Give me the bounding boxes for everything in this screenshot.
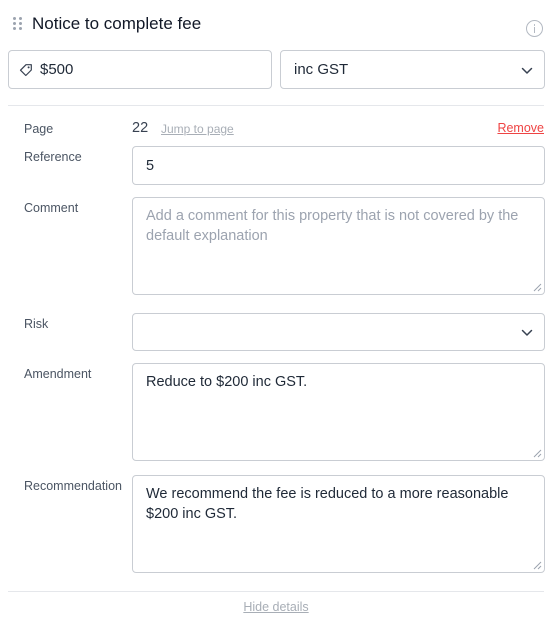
comment-placeholder: Add a comment for this property that is …: [146, 208, 519, 244]
comment-textarea[interactable]: Add a comment for this property that is …: [132, 197, 545, 295]
resize-grip-icon[interactable]: [533, 449, 542, 458]
recommendation-value: We recommend the fee is reduced to a mor…: [146, 486, 509, 522]
bottom-divider: [8, 591, 544, 592]
page-label: Page: [24, 122, 54, 136]
reference-value: 5: [146, 158, 155, 174]
amount-input[interactable]: $500: [8, 50, 272, 89]
chevron-down-icon: [521, 329, 533, 336]
reference-input[interactable]: 5: [132, 146, 545, 185]
tag-icon: [19, 64, 32, 77]
gst-selected-value: inc GST: [294, 61, 349, 78]
info-icon[interactable]: [526, 20, 543, 37]
jump-to-page-link[interactable]: Jump to page: [161, 122, 234, 136]
amendment-value: Reduce to $200 inc GST.: [146, 374, 308, 390]
card-title: Notice to complete fee: [32, 14, 202, 33]
top-divider: [8, 105, 544, 106]
page-number: 22: [132, 120, 149, 136]
remove-link[interactable]: Remove: [497, 121, 544, 135]
resize-grip-icon[interactable]: [533, 561, 542, 570]
hide-details-link[interactable]: Hide details: [0, 600, 552, 614]
chevron-down-icon: [521, 67, 533, 74]
amendment-textarea[interactable]: Reduce to $200 inc GST.: [132, 363, 545, 461]
amount-value: $500: [40, 61, 74, 78]
reference-label: Reference: [24, 150, 82, 164]
comment-label: Comment: [24, 201, 79, 215]
resize-grip-icon[interactable]: [533, 283, 542, 292]
recommendation-label: Recommendation: [24, 479, 122, 493]
amendment-label: Amendment: [24, 367, 92, 381]
gst-select[interactable]: inc GST: [280, 50, 545, 89]
fee-card: Notice to complete fee $500 inc GST Page…: [0, 0, 552, 627]
risk-select[interactable]: [132, 313, 545, 351]
drag-handle-icon[interactable]: [12, 16, 24, 32]
recommendation-textarea[interactable]: We recommend the fee is reduced to a mor…: [132, 475, 545, 573]
risk-label: Risk: [24, 317, 49, 331]
